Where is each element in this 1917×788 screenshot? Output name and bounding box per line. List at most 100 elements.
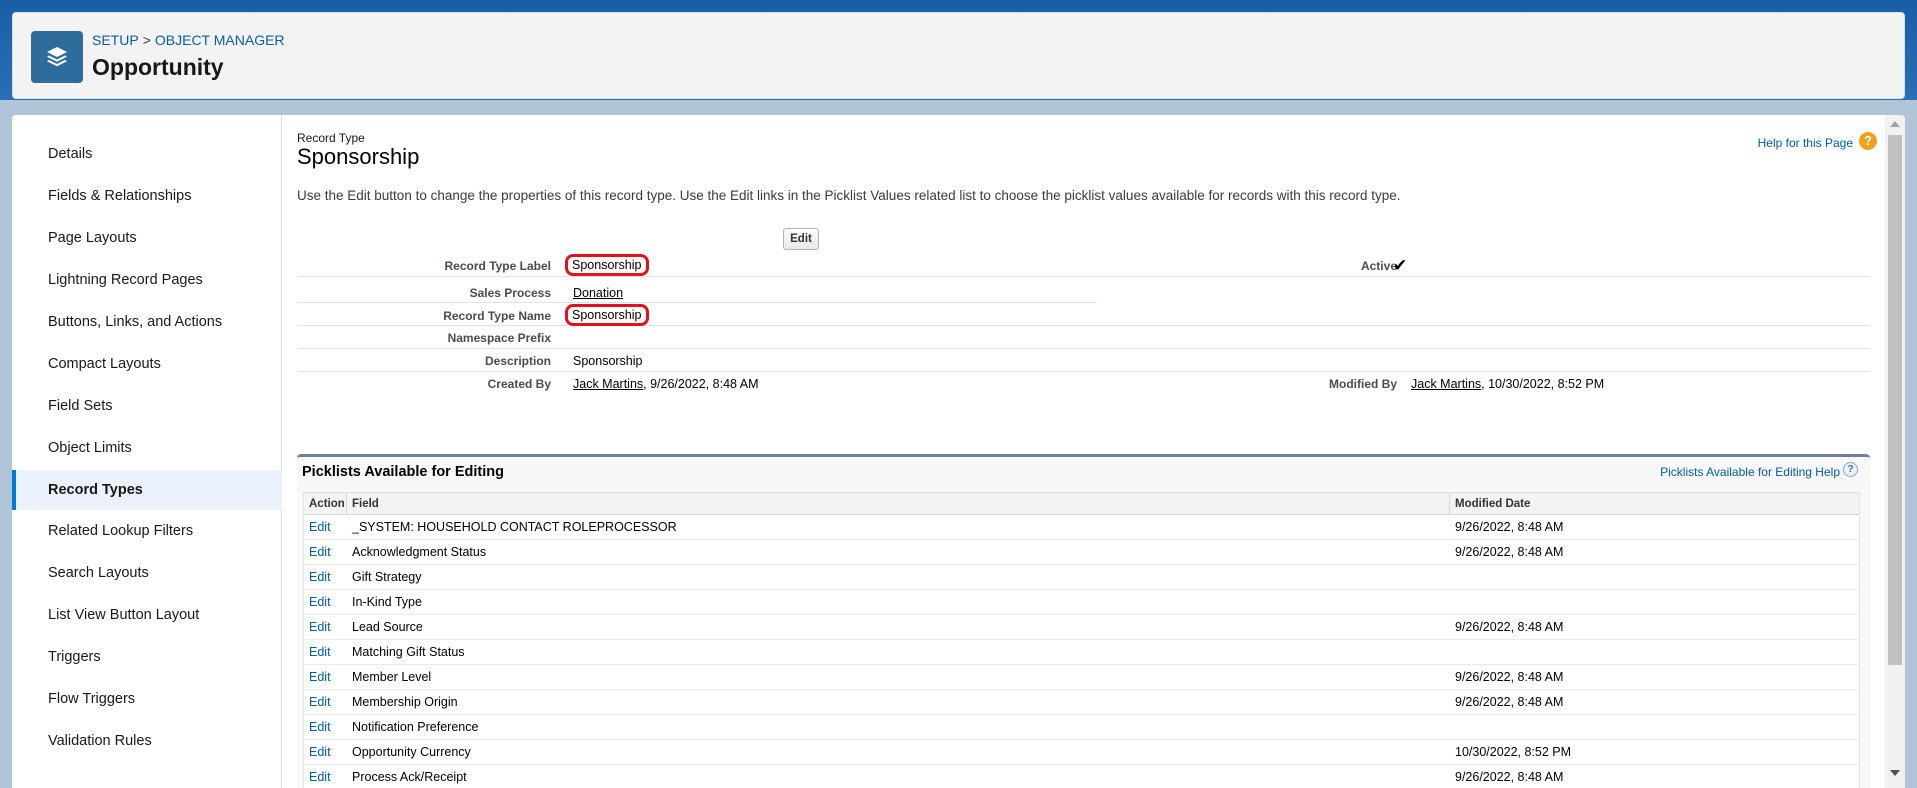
row-modified-date: 9/26/2022, 8:48 AM <box>1455 545 1564 559</box>
sidebar-item-record-types[interactable]: Record Types <box>12 470 282 510</box>
row-edit-link[interactable]: Edit <box>309 565 331 590</box>
picklists-title: Picklists Available for Editing <box>302 464 504 480</box>
vertical-scrollbar[interactable] <box>1885 115 1905 788</box>
scroll-up-arrow-icon[interactable] <box>1890 121 1900 127</box>
table-row: Edit Opportunity Currency 10/30/2022, 8:52… <box>304 740 1859 765</box>
layers-icon <box>31 31 83 83</box>
table-row: Edit Notification Preference <box>304 715 1859 740</box>
scrollbar-thumb[interactable] <box>1888 135 1902 665</box>
row-edit-link[interactable]: Edit <box>309 715 331 740</box>
namespace-prefix-label: Namespace Prefix <box>447 331 551 345</box>
table-row: Edit In-Kind Type <box>304 590 1859 615</box>
row-edit-link[interactable]: Edit <box>309 590 331 615</box>
row-field-name: Process Ack/Receipt <box>352 770 467 784</box>
table-row: Edit Membership Origin 9/26/2022, 8:48 AM <box>304 690 1859 715</box>
page-title: Opportunity <box>92 54 224 80</box>
sidebar-item-field-sets[interactable]: Field Sets <box>12 386 282 426</box>
help-icon[interactable]: ? <box>1859 132 1877 150</box>
picklists-help-link[interactable]: Picklists Available for Editing Help <box>1660 465 1840 479</box>
sidebar-item-object-limits[interactable]: Object Limits <box>12 428 282 468</box>
record-type-label-value: Sponsorship <box>565 254 649 276</box>
breadcrumb-separator: > <box>142 32 151 48</box>
column-header-modified-date: Modified Date <box>1449 493 1530 515</box>
sales-process-value: Donation <box>573 286 623 300</box>
modified-by-label: Modified By <box>1329 377 1397 391</box>
row-modified-date: 10/30/2022, 8:52 PM <box>1455 745 1572 759</box>
sidebar-item-search-layouts[interactable]: Search Layouts <box>12 553 282 593</box>
sidebar-item-list-view-button-layout[interactable]: List View Button Layout <box>12 595 282 635</box>
sidebar-item-triggers[interactable]: Triggers <box>12 637 282 677</box>
sidebar-item-flow-triggers[interactable]: Flow Triggers <box>12 679 282 719</box>
detail-row-record-type-label: Record Type Label Sponsorship Active ✔ <box>297 254 1870 277</box>
row-field-name: Member Level <box>352 670 432 684</box>
row-field-name: Matching Gift Status <box>352 645 465 659</box>
modified-by-date: , 10/30/2022, 8:52 PM <box>1481 377 1605 391</box>
row-field-name: Acknowledgment Status <box>352 545 487 559</box>
row-field-name: In-Kind Type <box>352 595 422 609</box>
row-field-name: _SYSTEM: HOUSEHOLD CONTACT ROLEPROCESSOR <box>352 520 677 534</box>
row-field-name: Lead Source <box>352 620 423 634</box>
row-field-name: Opportunity Currency <box>352 745 471 759</box>
row-edit-link[interactable]: Edit <box>309 765 331 788</box>
page-header: SETUP > OBJECT MANAGER Opportunity <box>12 12 1905 99</box>
active-label: Active <box>1360 259 1397 273</box>
record-type-title: Sponsorship <box>297 144 420 169</box>
sidebar-item-buttons-links-actions[interactable]: Buttons, Links, and Actions <box>12 302 282 342</box>
row-edit-link[interactable]: Edit <box>309 540 331 565</box>
modified-by-value: Jack Martins, 10/30/2022, 8:52 PM <box>1411 377 1604 391</box>
question-icon[interactable]: ? <box>1843 462 1858 477</box>
row-field-name: Membership Origin <box>352 695 458 709</box>
record-type-label-label: Record Type Label <box>444 259 551 273</box>
record-type-name-value: Sponsorship <box>565 304 649 326</box>
content-panel: Details Fields & Relationships Page Layo… <box>12 115 1905 788</box>
detail-row-namespace-prefix: Namespace Prefix <box>297 327 1870 349</box>
column-header-field: Field <box>346 493 379 515</box>
row-edit-link[interactable]: Edit <box>309 515 331 540</box>
picklists-related-list: Picklists Available for Editing Picklist… <box>297 454 1870 788</box>
row-edit-link[interactable]: Edit <box>309 665 331 690</box>
row-edit-link[interactable]: Edit <box>309 690 331 715</box>
table-row: Edit Gift Strategy <box>304 565 1859 590</box>
modified-by-user-link[interactable]: Jack Martins <box>1411 377 1481 391</box>
created-by-value: Jack Martins, 9/26/2022, 8:48 AM <box>573 377 759 391</box>
sidebar-item-compact-layouts[interactable]: Compact Layouts <box>12 344 282 384</box>
scroll-down-arrow-icon[interactable] <box>1890 770 1900 776</box>
row-modified-date: 9/26/2022, 8:48 AM <box>1455 670 1564 684</box>
breadcrumb-setup-link[interactable]: SETUP <box>92 32 139 48</box>
sidebar-item-validation-rules[interactable]: Validation Rules <box>12 721 282 761</box>
detail-row-created-modified: Created By Jack Martins, 9/26/2022, 8:48… <box>297 373 1870 395</box>
created-by-user-link[interactable]: Jack Martins <box>573 377 643 391</box>
sidebar-item-fields-relationships[interactable]: Fields & Relationships <box>12 176 282 216</box>
detail-row-description: Description Sponsorship <box>297 350 1870 372</box>
sidebar-item-details[interactable]: Details <box>12 134 282 174</box>
edit-button[interactable]: Edit <box>783 228 819 250</box>
page-description: Use the Edit button to change the proper… <box>297 188 1401 203</box>
help-for-page-link[interactable]: Help for this Page <box>1758 136 1853 150</box>
detail-row-sales-process: Sales Process Donation <box>297 281 1097 303</box>
main-content: Record Type Sponsorship Help for this Pa… <box>283 115 1883 788</box>
description-label: Description <box>484 354 551 368</box>
table-row: Edit Matching Gift Status <box>304 640 1859 665</box>
sales-process-label: Sales Process <box>469 286 551 300</box>
detail-row-record-type-name: Record Type Name Sponsorship <box>297 304 1870 326</box>
table-row: Edit Member Level 9/26/2022, 8:48 AM <box>304 665 1859 690</box>
picklists-table: Action Field Modified Date Edit _SYSTEM: … <box>303 492 1860 788</box>
sidebar: Details Fields & Relationships Page Layo… <box>12 115 282 788</box>
row-modified-date: 9/26/2022, 8:48 AM <box>1455 770 1564 784</box>
row-modified-date: 9/26/2022, 8:48 AM <box>1455 520 1564 534</box>
breadcrumb: SETUP > OBJECT MANAGER <box>92 32 285 48</box>
table-body: Edit _SYSTEM: HOUSEHOLD CONTACT ROLEPROCE… <box>304 515 1859 788</box>
sidebar-item-related-lookup-filters[interactable]: Related Lookup Filters <box>12 511 282 551</box>
row-edit-link[interactable]: Edit <box>309 615 331 640</box>
row-modified-date: 9/26/2022, 8:48 AM <box>1455 695 1564 709</box>
row-field-name: Notification Preference <box>352 720 479 734</box>
sidebar-item-page-layouts[interactable]: Page Layouts <box>12 218 282 258</box>
sales-process-link[interactable]: Donation <box>573 286 623 300</box>
row-edit-link[interactable]: Edit <box>309 740 331 765</box>
sidebar-item-lightning-record-pages[interactable]: Lightning Record Pages <box>12 260 282 300</box>
row-edit-link[interactable]: Edit <box>309 640 331 665</box>
created-by-date: , 9/26/2022, 8:48 AM <box>643 377 759 391</box>
row-modified-date: 9/26/2022, 8:48 AM <box>1455 620 1564 634</box>
breadcrumb-object-manager-link[interactable]: OBJECT MANAGER <box>155 32 285 48</box>
created-by-label: Created By <box>487 377 551 391</box>
